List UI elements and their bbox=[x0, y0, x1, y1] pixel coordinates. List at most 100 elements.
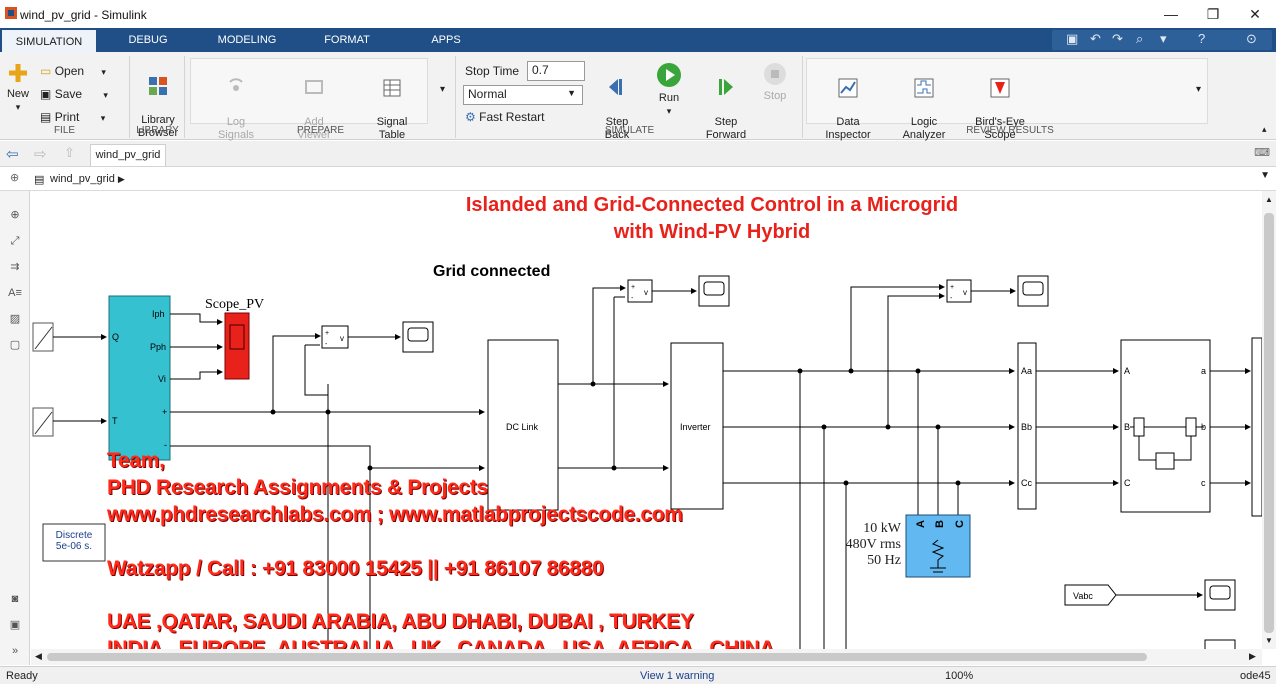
document-tab[interactable]: wind_pv_grid bbox=[90, 144, 166, 166]
zoom-icon[interactable]: ⊕ bbox=[8, 209, 22, 221]
irradiance-input-block[interactable] bbox=[32, 322, 54, 352]
meas3-plus: + bbox=[950, 284, 954, 291]
warnings-link[interactable]: View 1 warning bbox=[640, 670, 714, 682]
open-button[interactable]: ▭ Open ▾ bbox=[40, 64, 106, 78]
pv-port-q: Q bbox=[112, 332, 119, 342]
group-simulate: Stop Time 0.7 Normal ▼ ⚙ Fast Restart Ste… bbox=[457, 56, 803, 153]
library-grid-icon bbox=[149, 77, 167, 95]
undo-icon[interactable]: ↶ bbox=[1090, 31, 1101, 47]
breaker-port-cc: Cc bbox=[1021, 478, 1032, 488]
search-icon[interactable]: ⌕ bbox=[1136, 31, 1143, 47]
run-button[interactable]: Run ▾ bbox=[649, 62, 689, 118]
breadcrumb[interactable]: ▤ wind_pv_grid ▶ bbox=[34, 170, 125, 188]
meas2-plus: + bbox=[631, 284, 635, 291]
tab-simulation[interactable]: SIMULATION bbox=[2, 28, 96, 52]
simulation-mode-select[interactable]: Normal ▼ bbox=[463, 85, 583, 105]
review-expand-icon[interactable]: ▾ bbox=[1196, 84, 1201, 95]
pv-port-plus: + bbox=[162, 407, 167, 417]
antenna-icon bbox=[229, 78, 243, 91]
group-library: Library Browser LIBRARY bbox=[131, 56, 185, 139]
help-icon[interactable]: ? bbox=[1198, 31, 1205, 46]
scroll-down-icon[interactable]: ▼ bbox=[1265, 636, 1273, 645]
temperature-input-block[interactable] bbox=[32, 407, 54, 437]
overlay-line-3: www.phdresearchlabs.com ; www.matlabproj… bbox=[107, 503, 683, 526]
prepare-expand-icon[interactable]: ▾ bbox=[440, 84, 445, 95]
overlay-line-6: INDIA , EUROPE ,AUSTRALIA , UK , CANADA … bbox=[107, 637, 775, 649]
stop-button[interactable]: Stop bbox=[757, 62, 793, 103]
scope-pv-block[interactable] bbox=[224, 312, 250, 380]
up-arrow-icon[interactable]: ⇧ bbox=[64, 145, 75, 161]
keyboard-icon[interactable]: ⌨ bbox=[1254, 146, 1270, 159]
tab-format[interactable]: FORMAT bbox=[315, 28, 379, 52]
forward-arrow-icon[interactable]: ⇨ bbox=[34, 145, 47, 163]
pv-port-vi: Vi bbox=[158, 374, 166, 384]
tab-apps[interactable]: APPS bbox=[420, 28, 472, 52]
tab-debug[interactable]: DEBUG bbox=[116, 28, 180, 52]
hide-browser-icon[interactable]: ⊕ bbox=[10, 171, 19, 184]
meas1-v: v bbox=[340, 334, 344, 343]
annotation-icon[interactable]: A≡ bbox=[8, 287, 22, 299]
group-label-review: REVIEW RESULTS bbox=[966, 125, 1054, 136]
canvas-toolbar: ⊕ ⤢ ⇉ A≡ ▨ ▢ ◙ ▣ » bbox=[0, 191, 30, 665]
address-dropdown-icon[interactable]: ▼ bbox=[1260, 170, 1270, 181]
collapse-ribbon-icon[interactable]: ⊙ bbox=[1246, 31, 1257, 47]
vertical-scroll-thumb[interactable] bbox=[1264, 213, 1274, 633]
area-icon[interactable]: ▢ bbox=[8, 339, 22, 351]
collapse-ribbon-button[interactable]: ▴ bbox=[1262, 124, 1267, 135]
group-file: New ▾ ▭ Open ▾ ▣ Save ▾ ▤ Print ▾ FILE bbox=[0, 56, 130, 138]
scroll-up-icon[interactable]: ▲ bbox=[1265, 195, 1273, 204]
breaker-port-bb: Bb bbox=[1021, 422, 1032, 432]
new-icon bbox=[9, 64, 27, 82]
grid-connected-label: Grid connected bbox=[433, 263, 550, 280]
dc-link-label: DC Link bbox=[506, 422, 539, 432]
zoom-level: 100% bbox=[945, 670, 974, 682]
fit-view-icon[interactable]: ⤢ bbox=[8, 235, 22, 247]
fast-restart-button[interactable]: ⚙ Fast Restart bbox=[465, 110, 544, 124]
viewer-icon bbox=[305, 80, 323, 94]
overlay-line-5: UAE ,QATAR, SAUDI ARABIA, ABU DHABI, DUB… bbox=[107, 610, 694, 633]
screenshot-icon[interactable]: ◙ bbox=[8, 593, 22, 605]
inverter-label: Inverter bbox=[680, 422, 711, 432]
window-titlebar: wind_pv_grid - Simulink — ❐ ✕ bbox=[0, 0, 1276, 28]
model-canvas[interactable]: Iph Pph Vi + - Q T DC Link Inverter Aa B… bbox=[31, 191, 1262, 649]
property-inspector-icon[interactable]: ▣ bbox=[8, 619, 22, 631]
close-button[interactable]: ✕ bbox=[1244, 4, 1266, 24]
solver-name[interactable]: ode45 bbox=[1240, 670, 1271, 682]
restore-button[interactable]: ❐ bbox=[1202, 4, 1224, 24]
window-title: wind_pv_grid - Simulink bbox=[20, 8, 147, 22]
dropdown-icon[interactable]: ▾ bbox=[1160, 31, 1167, 47]
status-bar: Ready View 1 warning 100% ode45 bbox=[0, 666, 1276, 684]
xfmr-port-c: C bbox=[1124, 478, 1131, 488]
scroll-right-icon[interactable]: ▶ bbox=[1249, 651, 1256, 662]
xfmr-port-c2: c bbox=[1201, 478, 1206, 488]
ribbon: New ▾ ▭ Open ▾ ▣ Save ▾ ▤ Print ▾ FILE Li… bbox=[0, 52, 1276, 153]
image-icon[interactable]: ▨ bbox=[8, 313, 22, 325]
scope-pv-label: Scope_PV bbox=[205, 297, 264, 312]
horizontal-scroll-thumb[interactable] bbox=[47, 653, 1147, 661]
save-button[interactable]: ▣ Save ▾ bbox=[40, 87, 108, 101]
step-back-icon bbox=[609, 79, 622, 95]
pv-port-pph: Pph bbox=[150, 342, 166, 352]
scroll-left-icon[interactable]: ◀ bbox=[35, 651, 42, 662]
stop-time-input[interactable]: 0.7 bbox=[527, 61, 585, 81]
back-arrow-icon[interactable]: ⇦ bbox=[6, 145, 19, 163]
expand-icon[interactable]: » bbox=[8, 645, 22, 657]
overlay-line-4: Watzapp / Call : +91 83000 15425 || +91 … bbox=[107, 557, 604, 580]
save-quick-icon[interactable]: ▣ bbox=[1066, 31, 1078, 47]
xfmr-port-a2: a bbox=[1201, 366, 1206, 376]
vertical-scrollbar[interactable]: ▲ ▼ bbox=[1262, 191, 1276, 649]
new-button[interactable]: New ▾ bbox=[4, 62, 32, 114]
arrow-icon[interactable]: ⇉ bbox=[8, 261, 22, 273]
tab-modeling[interactable]: MODELING bbox=[210, 28, 284, 52]
redo-icon[interactable]: ↷ bbox=[1112, 31, 1123, 47]
powergui-label: Discrete 5e-06 s. bbox=[55, 530, 93, 552]
minimize-button[interactable]: — bbox=[1160, 4, 1182, 24]
overlay-line-2: PHD Research Assignments & Projects bbox=[107, 476, 488, 499]
model-icon: ▤ bbox=[34, 174, 45, 186]
folder-icon: ▭ bbox=[40, 64, 52, 78]
navigation-bar: ⇦ ⇨ ⇧ wind_pv_grid ⌨ bbox=[0, 141, 1276, 167]
pv-port-t: T bbox=[112, 416, 118, 426]
print-button[interactable]: ▤ Print ▾ bbox=[40, 110, 105, 124]
simulink-app-icon bbox=[5, 7, 17, 19]
horizontal-scrollbar[interactable]: ◀ ▶ bbox=[31, 649, 1262, 665]
